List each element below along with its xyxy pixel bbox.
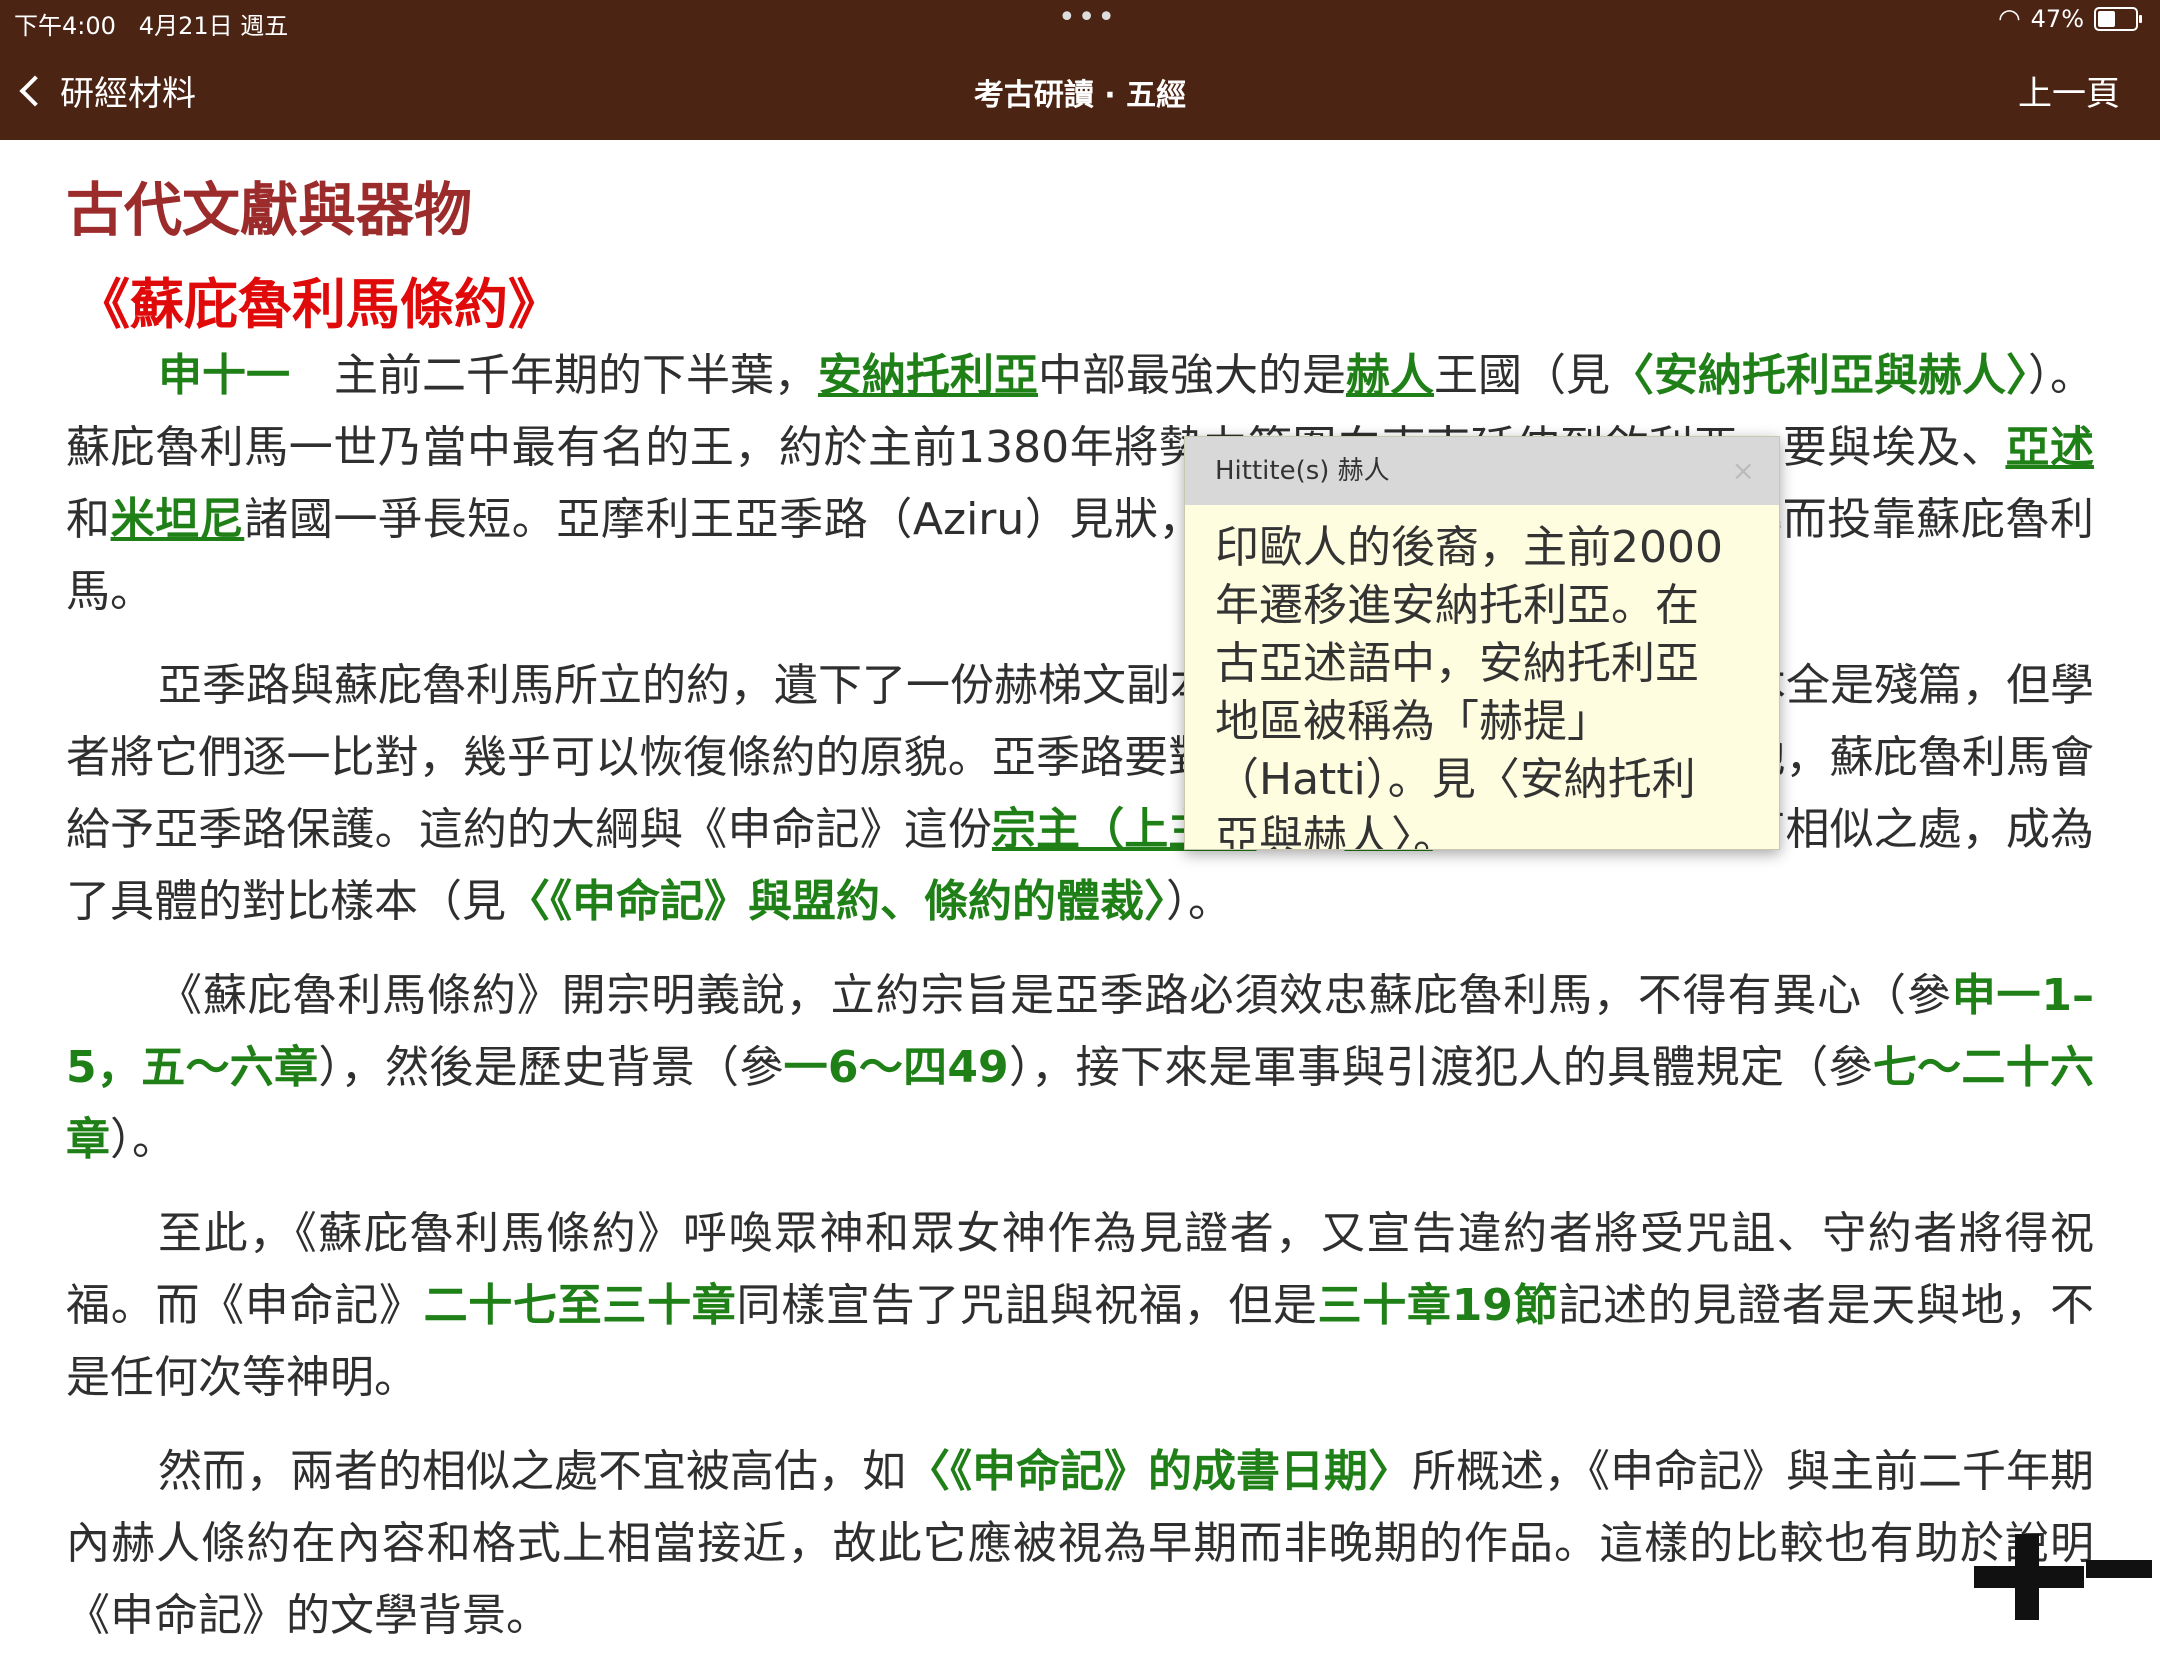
article: 古代文獻與器物 《蘇庇魯利馬條約》 申十一 主前二千年期的下半葉，安納托利亞中部… (66, 170, 2094, 1674)
glossary-link[interactable]: 亞述 (2005, 422, 2094, 473)
verse-ref[interactable]: 二十七至三十章 (424, 1280, 737, 1331)
popup-header: Hittite(s) 赫人 × (1185, 437, 1779, 505)
popup-title: Hittite(s) 赫人 (1215, 456, 1390, 486)
article-link[interactable]: 〈《申命記》的成書日期〉 (906, 1446, 1412, 1497)
article-link[interactable]: 〈《申命記》與盟約、條約的體裁〉 (506, 876, 1166, 927)
glossary-link[interactable]: 安納托利亞 (818, 350, 1038, 401)
cursor-crosshair-icon (1974, 1534, 2084, 1620)
popup-body: 印歐人的後裔，主前2000年遷移進安納托利亞。在古亞述語中，安納托利亞地區被稱為… (1215, 522, 1723, 850)
battery-percent: 47% (2030, 5, 2084, 33)
status-time: 下午4:00 4月21日 週五 (14, 12, 289, 40)
close-icon[interactable]: × (1732, 437, 1755, 505)
paragraph-2: 亞季路與蘇庇魯利馬所立的約，遺下了一份赫梯文副本和若干亞甲文副本，這些副本全是殘… (66, 660, 2095, 927)
multitasking-dots[interactable]: ••• (1058, 0, 1117, 35)
page-title: 古代文獻與器物 (66, 176, 473, 244)
article-link[interactable]: 〈安納托利亞與赫人〉 (1610, 350, 2028, 401)
paragraph-3: 《蘇庇魯利馬條約》開宗明義說，立約宗旨是亞季路必須效忠蘇庇魯利馬，不得有異心（參… (66, 970, 2095, 1165)
navigation-bar: 下午4:00 4月21日 週五 ••• ◠ 47% 研經材料 考古研讀 · 五經… (0, 0, 2160, 140)
nav-title: 考古研讀 · 五經 (973, 78, 1187, 113)
glossary-link[interactable]: 赫人 (1346, 350, 1434, 401)
status-indicators: ◠ 47% (1997, 4, 2142, 34)
minus-icon (2086, 1560, 2152, 1578)
verse-ref[interactable]: 三十章19節 (1318, 1280, 1559, 1331)
section-title: 《蘇庇魯利馬條約》 (76, 273, 562, 336)
wifi-icon: ◠ (1997, 4, 2021, 34)
battery-icon (2094, 7, 2142, 31)
verse-ref[interactable]: 一6～四49 (784, 1042, 1009, 1093)
status-date: 4月21日 週五 (138, 12, 289, 40)
paragraph-4: 至此，《蘇庇魯利馬條約》呼喚眾神和眾女神作為見證者，又宣告違約者將受咒詛、守約者… (66, 1208, 2095, 1403)
verse-ref[interactable]: 申十一 (158, 350, 290, 401)
previous-page-button[interactable]: 上一頁 (2018, 66, 2120, 115)
glossary-link[interactable]: 米坦尼 (111, 494, 245, 545)
glossary-popup[interactable]: Hittite(s) 赫人 × 印歐人的後裔，主前2000年遷移進安納托利亞。在… (1184, 436, 1780, 850)
paragraph-1: 申十一 主前二千年期的下半葉，安納托利亞中部最強大的是赫人王國（見〈安納托利亞與… (66, 350, 2094, 617)
